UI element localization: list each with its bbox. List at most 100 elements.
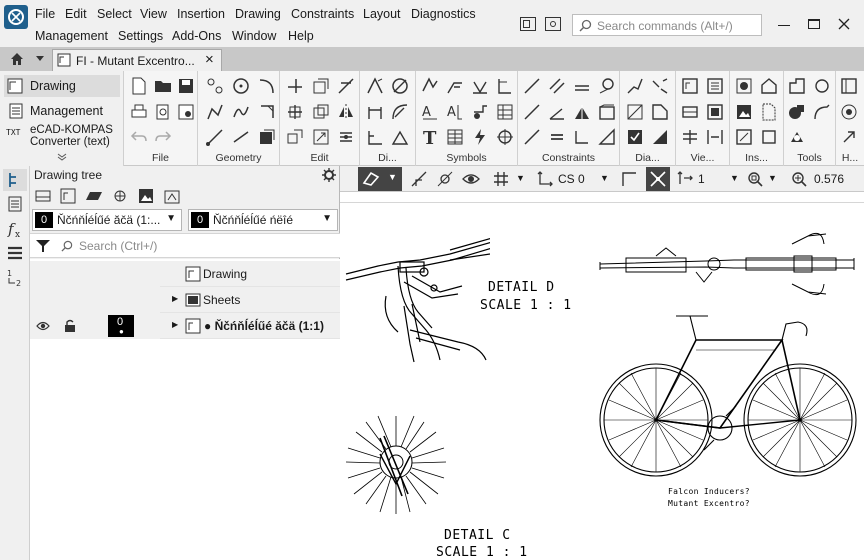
- linear-dimension-icon[interactable]: [366, 103, 384, 121]
- point-icon[interactable]: [206, 77, 224, 95]
- segment-icon[interactable]: [232, 128, 250, 146]
- step-value[interactable]: 1: [698, 172, 705, 186]
- insert-link-icon[interactable]: [760, 128, 778, 146]
- tips-icon[interactable]: [840, 128, 858, 146]
- close-tab-icon[interactable]: ×: [205, 51, 214, 68]
- angle-constraint-icon[interactable]: [548, 103, 566, 121]
- line-icon[interactable]: [206, 128, 224, 146]
- insert-object-icon[interactable]: [735, 128, 753, 146]
- menu-select[interactable]: Select: [97, 7, 132, 21]
- polyline-icon[interactable]: [206, 103, 224, 121]
- measure-angle-icon[interactable]: [651, 77, 669, 95]
- parallelogram-icon[interactable]: [86, 188, 102, 204]
- arc-dimension-icon[interactable]: [391, 128, 409, 146]
- mode-ecad-converter[interactable]: TXT eCAD-KOMPAS Converter (text): [4, 124, 120, 150]
- menu-help[interactable]: Help: [288, 29, 314, 43]
- move-icon[interactable]: [286, 103, 304, 121]
- chamfer-icon[interactable]: [258, 103, 276, 121]
- new-file-icon[interactable]: [130, 77, 148, 95]
- menu-add-ons[interactable]: Add-Ons: [172, 29, 221, 43]
- measure-distance-icon[interactable]: [626, 77, 644, 95]
- open-folder-icon[interactable]: [154, 77, 172, 95]
- app-logo-icon[interactable]: [4, 5, 28, 29]
- symmetry-constraint-icon[interactable]: [573, 103, 591, 121]
- library-icon[interactable]: [813, 77, 831, 95]
- cutline-icon[interactable]: A: [446, 103, 464, 121]
- gear-icon[interactable]: [322, 168, 336, 182]
- zoom-icon[interactable]: [790, 170, 808, 188]
- print-icon[interactable]: [130, 103, 148, 121]
- menu-constraints[interactable]: Constraints: [291, 7, 354, 21]
- detail-view-icon[interactable]: [706, 128, 724, 146]
- slope-constraint-icon[interactable]: [523, 128, 541, 146]
- grid-icon[interactable]: [492, 170, 510, 188]
- round-step-icon[interactable]: [676, 170, 694, 188]
- arc-icon[interactable]: [258, 77, 276, 95]
- menu-diagnostics[interactable]: Diagnostics: [411, 7, 476, 21]
- expand-modes-icon[interactable]: [57, 153, 67, 161]
- diameter-icon[interactable]: [391, 77, 409, 95]
- deform-icon[interactable]: [337, 128, 355, 146]
- collinear-constraint-icon[interactable]: [573, 77, 591, 95]
- tree-node-drawing[interactable]: Drawing: [30, 261, 340, 287]
- zoom-mode-arrow-icon[interactable]: ▼: [768, 173, 777, 183]
- properties-panel-icon[interactable]: [8, 196, 22, 212]
- fix-constraint-icon[interactable]: [598, 103, 616, 121]
- image-icon[interactable]: [138, 188, 154, 204]
- trim-icon[interactable]: [286, 77, 304, 95]
- select-filter-button[interactable]: ▼: [358, 167, 402, 191]
- window-layout-icon[interactable]: [520, 17, 536, 31]
- grid-dropdown-arrow-icon[interactable]: ▼: [516, 173, 525, 183]
- reference-icon[interactable]: [813, 103, 831, 121]
- close-window-icon[interactable]: [838, 18, 850, 30]
- layers-icon[interactable]: [7, 246, 23, 260]
- ortho-icon[interactable]: [620, 170, 638, 188]
- radial-dimension-icon[interactable]: [391, 103, 409, 121]
- expand-arrow-icon[interactable]: ▶: [172, 294, 178, 303]
- projection-view-icon[interactable]: [681, 103, 699, 121]
- menu-drawing[interactable]: Drawing: [235, 7, 281, 21]
- circle-icon[interactable]: [232, 77, 250, 95]
- minimize-icon[interactable]: [778, 25, 790, 26]
- horizontal-constraint-icon[interactable]: [523, 77, 541, 95]
- triangle-constraint-icon[interactable]: [598, 128, 616, 146]
- arrow-view-icon[interactable]: [706, 103, 724, 121]
- save-icon[interactable]: [177, 77, 195, 95]
- menu-layout[interactable]: Layout: [363, 7, 401, 21]
- home-icon[interactable]: [10, 52, 24, 66]
- menu-insertion[interactable]: Insertion: [177, 7, 225, 21]
- equal-constraint-icon[interactable]: [548, 128, 566, 146]
- undo-icon[interactable]: [130, 128, 148, 146]
- tangent-constraint-icon[interactable]: [598, 77, 616, 95]
- text-leader-icon[interactable]: A: [421, 103, 439, 121]
- menu-view[interactable]: View: [140, 7, 167, 21]
- insert-file-icon[interactable]: [760, 103, 778, 121]
- grid-table-icon[interactable]: [446, 128, 464, 146]
- copy-icon[interactable]: [312, 103, 330, 121]
- menu-window[interactable]: Window: [232, 29, 276, 43]
- screen-icon[interactable]: [545, 17, 561, 31]
- menu-file[interactable]: File: [35, 7, 55, 21]
- position-mark-icon[interactable]: [496, 77, 514, 95]
- insert-fragment-icon[interactable]: [735, 77, 753, 95]
- extend-icon[interactable]: [337, 77, 355, 95]
- tree-search-input[interactable]: Search (Ctrl+/): [58, 236, 336, 256]
- tree-panel-toggle[interactable]: [3, 169, 27, 191]
- visibility-eye-icon[interactable]: [36, 320, 50, 332]
- scale-icon[interactable]: [312, 128, 330, 146]
- drawing-object-icon[interactable]: [164, 188, 180, 204]
- drawing-canvas[interactable]: DETAIL D SCALE 1 : 1 Falcon Inducers? Mu…: [340, 192, 864, 560]
- sheet-icon[interactable]: [35, 188, 51, 204]
- view-icon[interactable]: [681, 77, 699, 95]
- insert-view-icon[interactable]: [760, 77, 778, 95]
- new-view-icon[interactable]: [60, 188, 76, 204]
- expand-arrow-icon[interactable]: ▶: [172, 320, 178, 329]
- step-dropdown-arrow-icon[interactable]: ▼: [730, 173, 739, 183]
- hatch-icon[interactable]: [258, 128, 276, 146]
- lock-icon[interactable]: [63, 319, 77, 333]
- text-icon[interactable]: T: [421, 128, 439, 146]
- coordinate-system-icon[interactable]: [536, 170, 554, 188]
- base-icon[interactable]: [471, 77, 489, 95]
- mode-drawing[interactable]: Drawing: [4, 75, 120, 97]
- section-view-icon[interactable]: [681, 128, 699, 146]
